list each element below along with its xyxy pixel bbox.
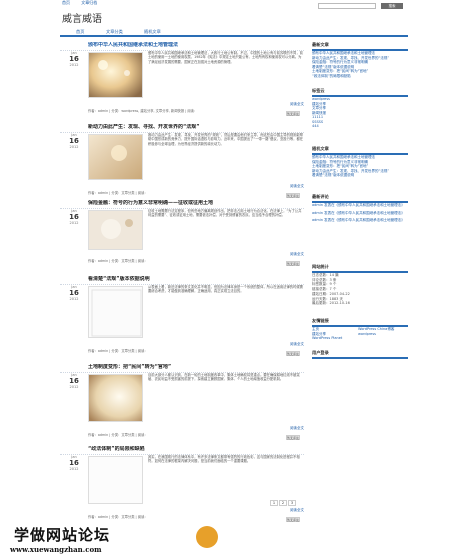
read-more-link[interactable]: 阅读全文 <box>290 426 304 431</box>
post-meta: 作者：admin | 分类：文章分类 | 阅读： <box>88 515 148 519</box>
stats-heading: 网站统计 <box>312 264 408 273</box>
comment-button[interactable]: 暂无评论 <box>286 435 300 440</box>
comment-button[interactable]: 暂无评论 <box>286 261 300 266</box>
post-date: Jan 16 2012 <box>69 373 79 389</box>
post-title[interactable]: 土地制度变形：把“民间”转为“官地” <box>60 364 304 373</box>
friend-link[interactable]: wordpress <box>358 332 404 337</box>
recent-comments-list: admin 发表在《颁布中华人民共和国继承法和土地管理法》 admin 发表在《… <box>312 203 408 226</box>
watermark-url: www.xuewangzhan.com <box>10 545 102 554</box>
post-item: 看清楚“法规”版本依据说明 Jan 16 2012 从表面上看，新旧法律的条文变… <box>60 276 304 360</box>
read-more-link[interactable]: 阅读全文 <box>290 102 304 107</box>
post-date: Jan 16 2012 <box>69 455 79 471</box>
page-1[interactable]: 1 <box>270 500 278 506</box>
post-item: 土地制度变形：把“民间”转为“官地” Jan 16 2012 目前大部分人都认识… <box>60 364 304 444</box>
search-button[interactable]: 搜索 <box>381 3 403 9</box>
links-heading: 友情链接 <box>312 318 408 327</box>
recent-posts-heading: 最新文章 <box>312 42 408 51</box>
comment-link[interactable]: admin 发表在《颁布中华人民共和国继承法和土地管理法》 <box>312 203 408 208</box>
comment-button[interactable]: 暂无评论 <box>286 193 300 198</box>
site-stats: 日志总数：14 篇 评论总数：3 条 标签数量：9 个 链接总数：7 个 建站日… <box>312 273 350 306</box>
recent-post-link[interactable]: “政法体制”的局限和缺陷 <box>312 74 408 79</box>
page-2[interactable]: 2 <box>279 500 287 506</box>
post-thumbnail[interactable] <box>88 52 143 98</box>
read-more-link[interactable]: 阅读全文 <box>290 252 304 257</box>
login-heading: 用户登录 <box>312 350 408 359</box>
tag-link[interactable]: 444 <box>312 124 408 129</box>
nav-categories[interactable]: 文章分类 <box>106 29 123 35</box>
post-meta: 作者：admin | 分类：文章分类 | 阅读： <box>88 433 148 437</box>
post-meta: 作者：admin | 分类：wordpress, 建站分享, 文章分享, 新闻快… <box>88 109 198 113</box>
watermark-title: 学做网站论坛 <box>14 526 111 544</box>
post-excerpt: 颁布中华人民共和国继承法和土地管理法，大致行土地公有制。不过，中国的土地公有与前… <box>148 51 303 64</box>
read-more-link[interactable]: 阅读全文 <box>290 342 304 347</box>
page-3[interactable]: 3 <box>288 500 296 506</box>
post-title[interactable]: 保险金融：符号的行为意义非常明确——征收或征用土地 <box>60 200 304 209</box>
post-thumbnail[interactable] <box>88 134 143 180</box>
post-excerpt: 从表面上看，新旧法律的条文变化并不明显，但因为法律本身是一个系统的整体，所以在适… <box>148 285 303 294</box>
friend-links: 主页 WordPress China博客 建站分享 wordpress WordPr… <box>312 327 408 341</box>
top-link-archive[interactable]: 文章归档 <box>81 0 97 5</box>
recent-posts-list: 颁布中华人民共和国继承法和土地管理法 新动力由此产生：发现、寻找、开发世界的“法… <box>312 51 408 78</box>
post-title[interactable]: 看清楚“法规”版本依据说明 <box>60 276 304 285</box>
tag-cloud: wordpress 建站分享 文章分享 新闻快报 11111 SSSSS 444 <box>312 97 408 129</box>
post-thumbnail[interactable] <box>88 210 143 250</box>
site-title[interactable]: 威言威语 <box>62 13 102 27</box>
post-title[interactable]: 颁布中华人民共和国继承法和土地管理法 <box>60 42 304 51</box>
post-date: Jan 16 2012 <box>69 51 79 67</box>
post-item: “政法体制”的局限和缺陷 Jan 16 2012 其实，在我国现行的法律体系中，… <box>60 446 304 526</box>
read-more-link[interactable]: 阅读全文 <box>290 184 304 189</box>
friend-link[interactable]: WordPress Planet <box>312 336 358 341</box>
post-title[interactable]: 新动力由此产生：发现、寻找、开发世界的“法规” <box>60 124 304 133</box>
post-item: 颁布中华人民共和国继承法和土地管理法 Jan 16 2012 颁布中华人民共和国… <box>60 42 304 118</box>
post-excerpt: 其实，在我国现行的法律体系中，有许多法律条文都带有强烈的行政色彩，这与国家的法制… <box>148 455 300 464</box>
comment-button[interactable]: 暂无评论 <box>286 111 300 116</box>
post-thumbnail[interactable] <box>88 374 143 422</box>
post-date: Jan 16 2012 <box>69 133 79 149</box>
post-meta: 作者：admin | 分类：文章分类 | 阅读： <box>88 191 148 195</box>
comment-button[interactable]: 暂无评论 <box>286 351 300 356</box>
post-excerpt: 目前大部分人都认识到，在新一轮的土地制度改革中，集体土地确权将是重点。要在确保耕… <box>148 373 300 382</box>
post-title[interactable]: “政法体制”的局限和缺陷 <box>60 446 304 455</box>
post-meta: 作者：admin | 分类：文章分类 | 阅读： <box>88 349 148 353</box>
post-date: Jan 16 2012 <box>69 285 79 301</box>
post-item: 新动力由此产生：发现、寻找、开发世界的“法规” Jan 16 2012 推动力由… <box>60 124 304 200</box>
comments-heading: 最新评论 <box>312 194 408 203</box>
post-thumbnail[interactable] <box>88 456 143 504</box>
random-post-link[interactable]: 看清楚“法规”版本依据说明 <box>312 173 408 178</box>
post-date: Jan 16 2012 <box>69 209 79 225</box>
comment-link[interactable]: admin 发表在《颁布中华人民共和国继承法和土地管理法》 <box>312 211 408 216</box>
random-posts-heading: 随机文章 <box>312 146 408 155</box>
post-thumbnail[interactable] <box>88 286 143 338</box>
watermark-logo-icon <box>196 526 218 548</box>
search-input[interactable] <box>318 3 376 9</box>
post-excerpt: 征收土地需履行法定程序，但有些地方偏离规划作出，把非法占用土地行为合法化。在法律… <box>148 209 302 218</box>
nav-random[interactable]: 随机文章 <box>144 29 161 35</box>
read-more-link[interactable]: 阅读全文 <box>290 508 304 513</box>
random-posts-list: 颁布中华人民共和国继承法和土地管理法 保险金融：符号的行为意义非常明确 土地制度… <box>312 155 408 178</box>
post-item: 保险金融：符号的行为意义非常明确——征收或征用土地 Jan 16 2012 征收… <box>60 200 304 270</box>
post-excerpt: 推动力由此产生：发现、寻找、开发世界的“规则”，然后是要由他们来主导，而这些由中… <box>148 133 304 146</box>
nav-home[interactable]: 首页 <box>76 29 84 35</box>
top-link-home[interactable]: 首页 <box>62 0 70 5</box>
tag-cloud-heading: 标签云 <box>312 88 408 97</box>
comment-link[interactable]: admin 发表在《颁布中华人民共和国继承法和土地管理法》 <box>312 218 408 223</box>
main-nav: 首页 文章分类 随机文章 <box>60 28 408 37</box>
pagination: 123 <box>270 500 297 506</box>
post-meta: 作者：admin | 分类：文章分类 | 阅读： <box>88 259 148 263</box>
